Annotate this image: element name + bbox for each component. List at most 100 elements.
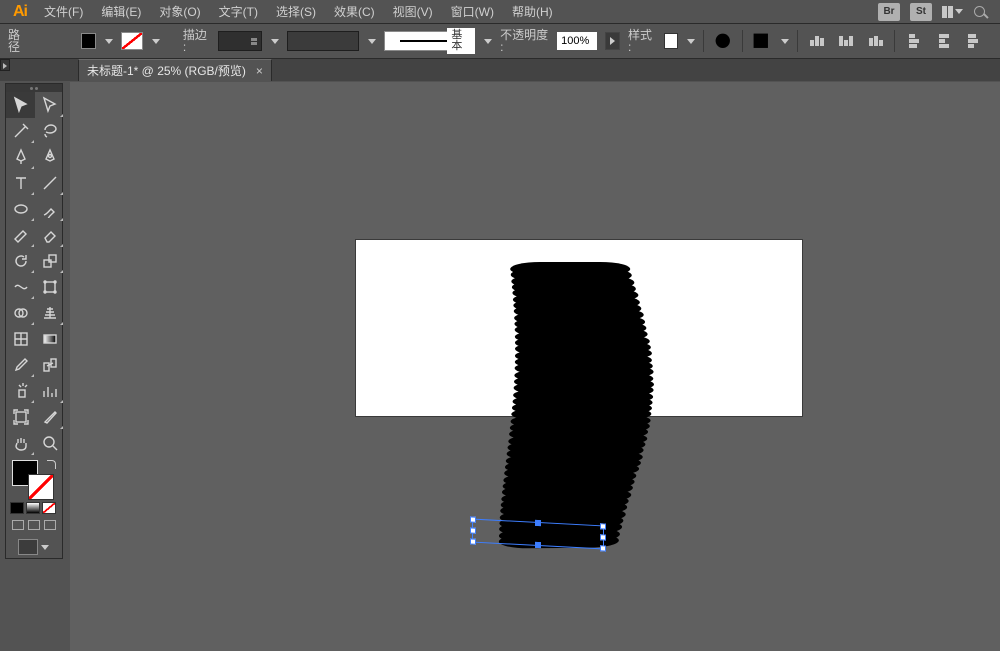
draw-inside-icon[interactable] <box>44 520 56 530</box>
document-tab-title: 未标题-1* @ 25% (RGB/预览) <box>87 65 246 77</box>
align-hcenter-icon[interactable] <box>835 30 857 52</box>
align-left-icon[interactable] <box>806 30 828 52</box>
draw-behind-icon[interactable] <box>28 520 40 530</box>
recolor-artwork-icon[interactable] <box>712 30 734 52</box>
eyedropper-tool[interactable] <box>6 352 35 378</box>
panel-dock-handle[interactable] <box>0 59 10 71</box>
screen-mode-row <box>6 532 62 558</box>
free-transform-tool[interactable] <box>35 274 64 300</box>
stroke-label: 描边 : <box>183 29 211 53</box>
search-icon[interactable] <box>974 4 990 20</box>
gradient-tool[interactable] <box>35 326 64 352</box>
color-mode-none[interactable] <box>42 502 56 514</box>
shaper-tool[interactable] <box>6 222 35 248</box>
control-bar: 路径 描边 : 基本 不透明度 : 100% 样式 : <box>0 23 1000 59</box>
paintbrush-tool[interactable] <box>35 196 64 222</box>
menu-file[interactable]: 文件(F) <box>36 2 91 22</box>
handle-bot-left[interactable] <box>470 538 476 544</box>
width-tool[interactable] <box>6 274 35 300</box>
color-mode-gradient[interactable] <box>26 502 40 514</box>
stroke-weight-field[interactable] <box>218 31 262 51</box>
brush-dropdown-icon[interactable] <box>483 36 492 46</box>
handle-mid-right[interactable] <box>600 534 606 540</box>
scale-tool[interactable] <box>35 248 64 274</box>
menu-select[interactable]: 选择(S) <box>268 2 324 22</box>
align-to-icon[interactable] <box>750 30 772 52</box>
handle-bot-mid[interactable] <box>535 542 541 548</box>
graphic-style-dropdown-icon[interactable] <box>686 36 695 46</box>
slice-tool[interactable] <box>35 404 64 430</box>
graphic-style-swatch[interactable] <box>664 33 679 49</box>
symbol-sprayer-tool[interactable] <box>6 378 35 404</box>
magic-wand-tool[interactable] <box>6 118 35 144</box>
eraser-tool[interactable] <box>35 222 64 248</box>
menu-type[interactable]: 文字(T) <box>211 2 266 22</box>
color-mode-row <box>6 502 62 518</box>
style-label: 样式 : <box>628 29 656 53</box>
zoom-tool[interactable] <box>35 430 64 456</box>
pen-tool[interactable] <box>6 144 35 170</box>
align-bottom-icon[interactable] <box>962 30 984 52</box>
handle-bot-right[interactable] <box>600 545 606 551</box>
menu-edit[interactable]: 编辑(E) <box>93 2 149 22</box>
screen-mode-dropdown-icon[interactable] <box>40 542 50 552</box>
menu-effect[interactable]: 效果(C) <box>326 2 383 22</box>
lasso-tool[interactable] <box>35 118 64 144</box>
type-tool[interactable] <box>6 170 35 196</box>
align-right-icon[interactable] <box>865 30 887 52</box>
close-icon[interactable]: × <box>256 65 263 77</box>
opacity-field[interactable]: 100% <box>557 32 597 50</box>
fill-dropdown-icon[interactable] <box>104 36 113 46</box>
curvature-tool[interactable] <box>35 144 64 170</box>
menu-view[interactable]: 视图(V) <box>385 2 441 22</box>
handle-top-right[interactable] <box>600 523 606 529</box>
variable-width-profile[interactable] <box>287 31 359 51</box>
fill-stroke-control[interactable] <box>6 456 62 502</box>
handle-mid-left[interactable] <box>470 527 476 533</box>
tools-panel <box>5 83 63 559</box>
perspective-grid-tool[interactable] <box>35 300 64 326</box>
bridge-badge[interactable]: Br <box>878 3 900 21</box>
rotate-tool[interactable] <box>6 248 35 274</box>
handle-top-mid[interactable] <box>535 520 541 526</box>
opacity-popup-icon[interactable] <box>605 32 620 50</box>
draw-mode-row <box>6 518 62 532</box>
hand-tool[interactable] <box>6 430 35 456</box>
variable-width-dropdown-icon[interactable] <box>367 36 376 46</box>
selection-bounding-box[interactable] <box>472 519 604 550</box>
draw-normal-icon[interactable] <box>12 520 24 530</box>
stroke-color-swatch[interactable] <box>28 474 54 500</box>
canvas-stage[interactable] <box>70 82 1000 651</box>
blend-tool[interactable] <box>35 352 64 378</box>
stroke-weight-dropdown-icon[interactable] <box>270 36 279 46</box>
separator <box>797 30 798 52</box>
menu-object[interactable]: 对象(O) <box>151 2 208 22</box>
selection-tool[interactable] <box>6 92 35 118</box>
screen-mode-button[interactable] <box>18 539 38 555</box>
opacity-label: 不透明度 : <box>500 29 549 53</box>
align-to-dropdown-icon[interactable] <box>780 36 789 46</box>
menu-help[interactable]: 帮助(H) <box>504 2 561 22</box>
handle-top-left[interactable] <box>470 516 476 522</box>
direct-selection-tool[interactable] <box>35 92 64 118</box>
document-tab[interactable]: 未标题-1* @ 25% (RGB/预览) × <box>78 59 272 81</box>
shape-builder-tool[interactable] <box>6 300 35 326</box>
artboard-tool[interactable] <box>6 404 35 430</box>
arrange-documents-icon[interactable] <box>942 6 964 18</box>
align-top-icon[interactable] <box>903 30 925 52</box>
menu-window[interactable]: 窗口(W) <box>443 2 502 22</box>
separator <box>894 30 895 52</box>
line-segment-tool[interactable] <box>35 170 64 196</box>
stroke-dropdown-icon[interactable] <box>151 36 160 46</box>
stock-badge[interactable]: St <box>910 3 932 21</box>
tools-panel-grip[interactable] <box>6 84 62 92</box>
ellipse-tool[interactable] <box>6 196 35 222</box>
fill-swatch[interactable] <box>81 33 96 49</box>
artboard <box>356 240 802 416</box>
swap-fill-stroke-icon[interactable] <box>44 458 56 470</box>
stroke-swatch-none[interactable] <box>121 32 143 50</box>
color-mode-solid[interactable] <box>10 502 24 514</box>
align-vcenter-icon[interactable] <box>933 30 955 52</box>
column-graph-tool[interactable] <box>35 378 64 404</box>
mesh-tool[interactable] <box>6 326 35 352</box>
